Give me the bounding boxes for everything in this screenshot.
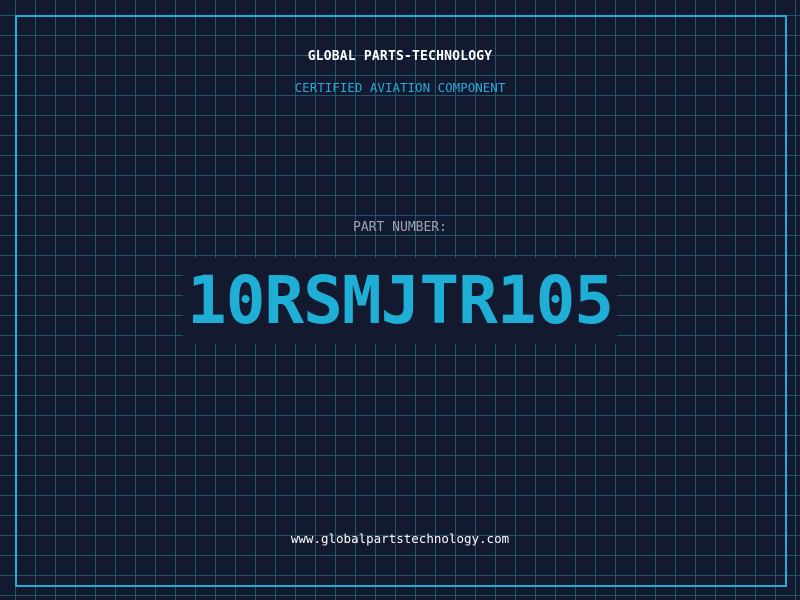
website-url: www.globalpartstechnology.com: [290, 531, 510, 546]
tagline: CERTIFIED AVIATION COMPONENT: [294, 80, 506, 95]
part-number-container: 10RSMJTR105: [0, 258, 800, 344]
part-number-value: 10RSMJTR105: [182, 258, 618, 344]
brand-name: GLOBAL PARTS-TECHNOLOGY: [307, 49, 493, 64]
part-number-label: PART NUMBER:: [353, 220, 447, 235]
